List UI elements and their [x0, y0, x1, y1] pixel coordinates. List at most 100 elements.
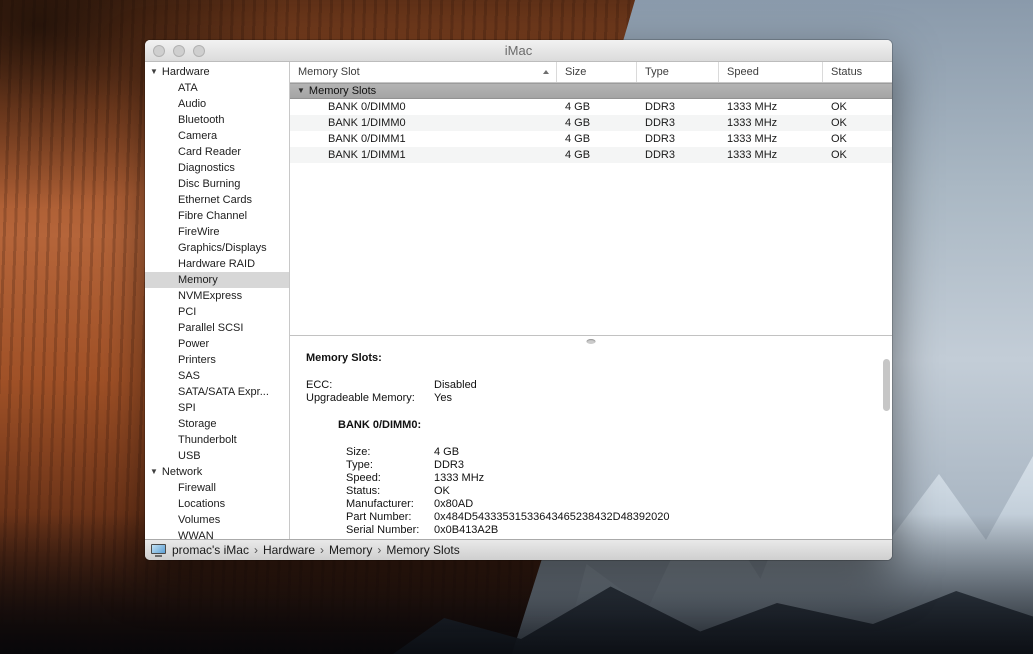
detail-label: Part Number: [346, 511, 411, 524]
cell-type: DDR3 [637, 115, 719, 131]
sidebar-item-firewire[interactable]: FireWire [145, 224, 289, 240]
column-header-speed[interactable]: Speed [719, 62, 823, 82]
sidebar-item-ethernet-cards[interactable]: Ethernet Cards [145, 192, 289, 208]
details-bank-fields: Size:4 GBType:DDR3Speed:1333 MHzStatus:O… [290, 446, 892, 537]
detail-label: ECC: [306, 379, 332, 392]
sidebar-item-printers[interactable]: Printers [145, 352, 289, 368]
table-row[interactable]: BANK 1/DIMM14 GBDDR31333 MHzOK [290, 147, 892, 163]
sidebar-item-parallel-scsi[interactable]: Parallel SCSI [145, 320, 289, 336]
sidebar-item-spi[interactable]: SPI [145, 400, 289, 416]
memory-slots-group-row[interactable]: ▼ Memory Slots [290, 83, 892, 99]
sidebar: ▼HardwareATAAudioBluetoothCameraCard Rea… [145, 62, 289, 539]
column-header-memory-slot[interactable]: Memory Slot [290, 62, 557, 82]
cell-speed: 1333 MHz [719, 147, 823, 163]
column-header-type[interactable]: Type [637, 62, 719, 82]
detail-label: Speed: [346, 472, 381, 485]
sidebar-item-disc-burning[interactable]: Disc Burning [145, 176, 289, 192]
detail-label: Type: [346, 459, 373, 472]
scrollbar-thumb[interactable] [883, 359, 890, 411]
breadcrumb-separator: › [372, 543, 386, 557]
detail-label: Status: [346, 485, 380, 498]
cell-type: DDR3 [637, 131, 719, 147]
detail-row: Speed:1333 MHz [290, 472, 892, 485]
sidebar-item-sata-sata-expr[interactable]: SATA/SATA Expr... [145, 384, 289, 400]
traffic-lights [153, 45, 205, 57]
details-text: Memory Slots: ECC: DisabledUpgradeable Mem… [290, 352, 892, 537]
close-button[interactable] [153, 45, 165, 57]
sidebar-item-card-reader[interactable]: Card Reader [145, 144, 289, 160]
cell-memory-slot: BANK 0/DIMM1 [290, 131, 557, 147]
cell-speed: 1333 MHz [719, 99, 823, 115]
computer-icon-stand [155, 555, 162, 557]
sidebar-section-hardware[interactable]: ▼Hardware [145, 64, 289, 80]
column-header-status[interactable]: Status [823, 62, 892, 82]
sidebar-item-volumes[interactable]: Volumes [145, 512, 289, 528]
sidebar-item-bluetooth[interactable]: Bluetooth [145, 112, 289, 128]
detail-value: 4 GB [434, 446, 459, 459]
cell-size: 4 GB [557, 99, 637, 115]
detail-value: 0x0B413A2B [434, 524, 498, 537]
titlebar[interactable]: iMac [145, 40, 892, 62]
table-header-row: Memory Slot Size Type Speed Status [290, 62, 892, 83]
column-header-label: Size [565, 66, 586, 78]
breadcrumb-item-memory[interactable]: Memory [329, 543, 372, 557]
details-heading: Memory Slots: [306, 352, 382, 365]
cell-type: DDR3 [637, 99, 719, 115]
sidebar-item-ata[interactable]: ATA [145, 80, 289, 96]
detail-row: Upgradeable Memory:Yes [290, 392, 892, 405]
cell-status: OK [823, 99, 892, 115]
sidebar-item-hardware-raid[interactable]: Hardware RAID [145, 256, 289, 272]
sidebar-item-memory[interactable]: Memory [145, 272, 289, 288]
detail-row: Status:OK [290, 485, 892, 498]
detail-row: Serial Number:0x0B413A2B [290, 524, 892, 537]
sidebar-item-storage[interactable]: Storage [145, 416, 289, 432]
sidebar-item-fibre-channel[interactable]: Fibre Channel [145, 208, 289, 224]
detail-value: Disabled [434, 379, 477, 392]
sidebar-item-nvmexpress[interactable]: NVMExpress [145, 288, 289, 304]
breadcrumb-item-promac-s-imac[interactable]: promac's iMac [172, 543, 249, 557]
sidebar-item-wwan[interactable]: WWAN [145, 528, 289, 539]
table-row[interactable]: BANK 0/DIMM14 GBDDR31333 MHzOK [290, 131, 892, 147]
table-row[interactable]: BANK 1/DIMM04 GBDDR31333 MHzOK [290, 115, 892, 131]
sidebar-item-usb[interactable]: USB [145, 448, 289, 464]
main-pane: Memory Slot Size Type Speed Status ▼ Memory … [289, 62, 892, 539]
sidebar-item-camera[interactable]: Camera [145, 128, 289, 144]
zoom-button[interactable] [193, 45, 205, 57]
group-row-label: Memory Slots [309, 85, 376, 97]
details-general-fields: ECC: DisabledUpgradeable Memory:Yes [290, 379, 892, 405]
column-header-label: Speed [727, 66, 759, 78]
memory-slot-table: Memory Slot Size Type Speed Status ▼ Memory … [290, 62, 892, 335]
sidebar-item-thunderbolt[interactable]: Thunderbolt [145, 432, 289, 448]
column-header-label: Memory Slot [298, 66, 360, 78]
sidebar-item-firewall[interactable]: Firewall [145, 480, 289, 496]
table-row[interactable]: BANK 0/DIMM04 GBDDR31333 MHzOK [290, 99, 892, 115]
breadcrumb-item-memory-slots[interactable]: Memory Slots [386, 543, 459, 557]
sidebar-item-power[interactable]: Power [145, 336, 289, 352]
sidebar-item-diagnostics[interactable]: Diagnostics [145, 160, 289, 176]
table-body: BANK 0/DIMM04 GBDDR31333 MHzOKBANK 1/DIM… [290, 99, 892, 163]
sidebar-item-sas[interactable]: SAS [145, 368, 289, 384]
cell-type: DDR3 [637, 147, 719, 163]
sidebar-item-audio[interactable]: Audio [145, 96, 289, 112]
cell-status: OK [823, 115, 892, 131]
cell-size: 4 GB [557, 131, 637, 147]
sidebar-item-locations[interactable]: Locations [145, 496, 289, 512]
breadcrumb-item-hardware[interactable]: Hardware [263, 543, 315, 557]
desktop-wallpaper: iMac ▼HardwareATAAudioBluetoothCameraCar… [0, 0, 1033, 654]
sidebar-item-pci[interactable]: PCI [145, 304, 289, 320]
sidebar-section-label: Hardware [162, 64, 210, 80]
window-title: iMac [505, 43, 532, 58]
cell-speed: 1333 MHz [719, 131, 823, 147]
detail-row: ECC: Disabled [290, 379, 892, 392]
minimize-button[interactable] [173, 45, 185, 57]
sidebar-item-graphics-displays[interactable]: Graphics/Displays [145, 240, 289, 256]
column-header-size[interactable]: Size [557, 62, 637, 82]
details-pane: Memory Slots: ECC: DisabledUpgradeable Mem… [290, 347, 892, 539]
disclosure-triangle-icon: ▼ [150, 468, 158, 476]
pane-splitter[interactable] [290, 335, 892, 347]
breadcrumb-separator: › [249, 543, 263, 557]
sidebar-section-network[interactable]: ▼Network [145, 464, 289, 480]
splitter-dimple-icon [587, 339, 596, 344]
cell-size: 4 GB [557, 147, 637, 163]
cell-memory-slot: BANK 0/DIMM0 [290, 99, 557, 115]
